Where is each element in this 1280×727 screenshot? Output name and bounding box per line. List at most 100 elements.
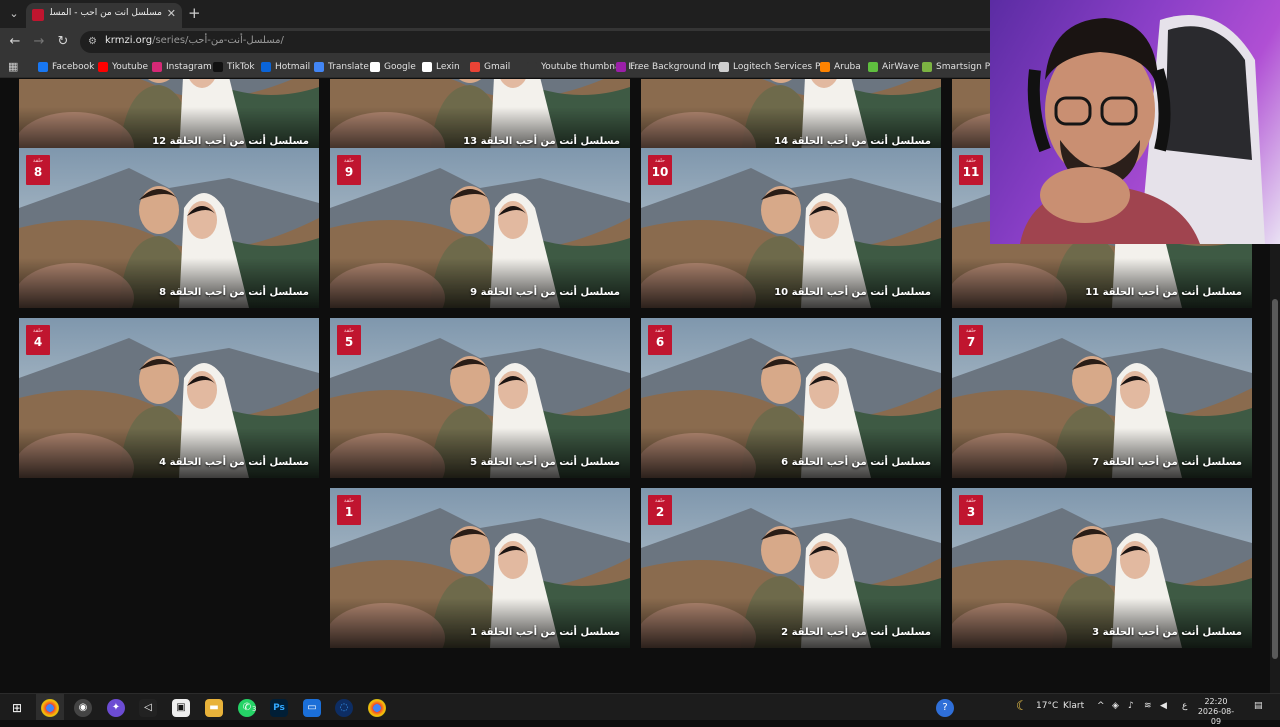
bookmark-6[interactable]: Google: [370, 60, 416, 74]
reload-icon[interactable]: ↻: [54, 33, 72, 51]
chrome-profile-icon[interactable]: [368, 699, 386, 717]
network-icon[interactable]: ◈: [1112, 701, 1119, 711]
episode-title[interactable]: مسلسل أنت من أحب الحلقة 9: [470, 287, 620, 298]
bookmark-4[interactable]: Hotmail: [261, 60, 310, 74]
url-text[interactable]: krmzi.org/series/مسلسل-أنت-من-أحب/: [105, 35, 284, 46]
bookmark-12[interactable]: Aruba: [820, 60, 861, 74]
bookmark-8[interactable]: Gmail: [470, 60, 510, 74]
bookmark-favicon-icon: [719, 62, 729, 72]
bookmark-2[interactable]: Instagram: [152, 60, 212, 74]
microphone-icon[interactable]: ♪: [1128, 701, 1134, 711]
episode-title[interactable]: مسلسل أنت من أحب الحلقة 12: [152, 136, 309, 147]
new-tab-icon[interactable]: +: [188, 4, 201, 22]
bookmark-label: Translate: [328, 62, 369, 72]
windows-start-icon[interactable]: ⊞: [8, 699, 26, 717]
bookmark-10[interactable]: Free Background Im...: [616, 60, 729, 74]
help-icon[interactable]: ?: [936, 699, 954, 717]
bookmark-label: Youtube: [112, 62, 148, 72]
close-tab-icon[interactable]: ✕: [167, 7, 176, 20]
episode-card[interactable]: حلقة 7 مسلسل أنت من أحب الحلقة 7: [952, 318, 1252, 478]
bookmark-13[interactable]: AirWave: [868, 60, 919, 74]
capcut-icon[interactable]: ◁: [139, 699, 157, 717]
capture-icon[interactable]: ▣: [172, 699, 190, 717]
episode-card[interactable]: حلقة 6 مسلسل أنت من أحب الحلقة 6: [641, 318, 941, 478]
episode-title[interactable]: مسلسل أنت من أحب الحلقة 11: [1085, 287, 1242, 298]
episode-title[interactable]: مسلسل أنت من أحب الحلقة 4: [159, 457, 309, 468]
bookmark-label: Facebook: [52, 62, 95, 72]
episode-title[interactable]: مسلسل أنت من أحب الحلقة 13: [463, 136, 620, 147]
browser-tab[interactable]: مسلسل أنت من أحب - المسلسلا ✕: [26, 3, 182, 28]
episode-number-badge: حلقة 7: [959, 325, 983, 355]
site-favicon-icon: [32, 9, 44, 21]
episode-title[interactable]: مسلسل أنت من أحب الحلقة 14: [774, 136, 931, 147]
episode-title[interactable]: مسلسل أنت من أحب الحلقة 1: [470, 627, 620, 638]
tab-search-icon[interactable]: ⌄: [6, 6, 22, 22]
episode-number-badge: حلقة 6: [648, 325, 672, 355]
wifi-icon[interactable]: ≋: [1144, 701, 1152, 711]
terminal-icon[interactable]: ▭: [303, 699, 321, 717]
episode-card[interactable]: حلقة 9 مسلسل أنت من أحب الحلقة 9: [330, 148, 630, 308]
episode-card[interactable]: حلقة 10 مسلسل أنت من أحب الحلقة 10: [641, 148, 941, 308]
episode-card[interactable]: حلقة 3 مسلسل أنت من أحب الحلقة 3: [952, 488, 1252, 648]
site-info-icon[interactable]: ⚙: [88, 36, 97, 47]
episode-number: 5: [344, 335, 354, 349]
bookmark-label: Hotmail: [275, 62, 311, 72]
episode-number: 10: [651, 165, 669, 179]
bookmark-11[interactable]: Logitech Services P...: [719, 60, 828, 74]
chrome-icon[interactable]: [41, 699, 59, 717]
back-icon[interactable]: ←: [6, 33, 24, 51]
volume-icon[interactable]: ◀: [1160, 701, 1167, 711]
input-language[interactable]: ع: [1182, 701, 1187, 711]
episode-title[interactable]: مسلسل أنت من أحب الحلقة 5: [470, 457, 620, 468]
episode-card[interactable]: حلقة 8 مسلسل أنت من أحب الحلقة 8: [19, 148, 319, 308]
photoshop-icon[interactable]: Ps: [270, 699, 288, 717]
bookmark-favicon-icon: [616, 62, 626, 72]
bookmark-1[interactable]: Youtube: [98, 60, 148, 74]
episode-title[interactable]: مسلسل أنت من أحب الحلقة 10: [774, 287, 931, 298]
bookmark-label: Aruba: [834, 62, 861, 72]
bookmark-label: TikTok: [227, 62, 255, 72]
episode-title[interactable]: مسلسل أنت من أحب الحلقة 8: [159, 287, 309, 298]
episode-title[interactable]: مسلسل أنت من أحب الحلقة 3: [1092, 627, 1242, 638]
bookmark-label: Gmail: [484, 62, 511, 72]
episode-number: 4: [33, 335, 43, 349]
episode-number: 3: [966, 505, 976, 519]
weather-temperature[interactable]: 17°C: [1036, 701, 1058, 711]
messenger-icon[interactable]: ✦: [107, 699, 125, 717]
episode-card[interactable]: حلقة 5 مسلسل أنت من أحب الحلقة 5: [330, 318, 630, 478]
bookmark-3[interactable]: TikTok: [213, 60, 255, 74]
bookmark-5[interactable]: Translate: [314, 60, 369, 74]
episode-card[interactable]: حلقة13مسلسل أنت من أحب الحلقة 13: [330, 79, 630, 157]
notifications-icon[interactable]: ▤: [1254, 701, 1263, 711]
episode-card[interactable]: حلقة 2 مسلسل أنت من أحب الحلقة 2: [641, 488, 941, 648]
weather-condition[interactable]: Klart: [1063, 701, 1084, 711]
bookmark-favicon-icon: [470, 62, 480, 72]
system-clock[interactable]: 22:20 2026-08-09: [1196, 697, 1236, 727]
forward-icon[interactable]: →: [30, 33, 48, 51]
episode-number: 6: [655, 335, 665, 349]
episode-card[interactable]: حلقة14مسلسل أنت من أحب الحلقة 14: [641, 79, 941, 157]
episode-card[interactable]: حلقة12مسلسل أنت من أحب الحلقة 12: [19, 79, 319, 157]
bookmark-0[interactable]: Facebook: [38, 60, 94, 74]
episode-number-badge: حلقة 10: [648, 155, 672, 185]
episode-number: 8: [33, 165, 43, 179]
weather-moon-icon[interactable]: ☾: [1016, 699, 1028, 714]
address-bar[interactable]: ⚙ krmzi.org/series/مسلسل-أنت-من-أحب/: [80, 31, 1000, 53]
episode-number-badge: حلقة 3: [959, 495, 983, 525]
episode-title[interactable]: مسلسل أنت من أحب الحلقة 6: [781, 457, 931, 468]
episode-title[interactable]: مسلسل أنت من أحب الحلقة 2: [781, 627, 931, 638]
obs-icon[interactable]: ◉: [74, 699, 92, 717]
bookmark-7[interactable]: Lexin: [422, 60, 460, 74]
scrollbar-thumb[interactable]: [1272, 299, 1278, 659]
episode-card[interactable]: حلقة 1 مسلسل أنت من أحب الحلقة 1: [330, 488, 630, 648]
bookmark-favicon-icon: [152, 62, 162, 72]
episode-number-badge: حلقة 11: [959, 155, 983, 185]
bookmark-favicon-icon: [38, 62, 48, 72]
file-explorer-icon[interactable]: ▬: [205, 699, 223, 717]
episode-title[interactable]: مسلسل أنت من أحب الحلقة 7: [1092, 457, 1242, 468]
tray-chevron-up-icon[interactable]: ^: [1097, 701, 1105, 711]
episode-number-badge: حلقة 9: [337, 155, 361, 185]
browser-app-icon[interactable]: ◌: [335, 699, 353, 717]
apps-grid-icon[interactable]: ▦: [8, 60, 18, 73]
episode-card[interactable]: حلقة 4 مسلسل أنت من أحب الحلقة 4: [19, 318, 319, 478]
